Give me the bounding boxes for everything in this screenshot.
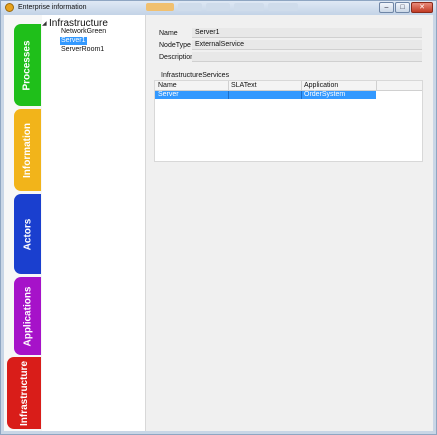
tab-label: Processes (22, 39, 34, 91)
name-field-row: Name Server1 (159, 28, 429, 39)
nodetype-field[interactable]: ExternalService (192, 40, 422, 50)
column-header-slatext[interactable]: SLAText (231, 82, 257, 89)
blurred-tab (268, 3, 298, 11)
title-bar[interactable]: Enterprise information – □ ✕ (1, 1, 436, 15)
services-caption: InfrastructureServices (161, 72, 230, 79)
table-row[interactable]: Server OrderSystem (155, 91, 376, 99)
column-divider[interactable] (228, 81, 229, 90)
cell-name[interactable]: Server (158, 91, 179, 99)
application-window: Enterprise information – □ ✕ Processes I… (0, 0, 437, 435)
blurred-tab (178, 3, 202, 11)
category-sidebar: Processes Information Actors Application… (4, 15, 42, 431)
name-field[interactable]: Server1 (192, 28, 422, 38)
field-label: Name (159, 30, 178, 37)
blurred-tab (206, 3, 230, 11)
maximize-button[interactable]: □ (395, 2, 410, 13)
blurred-tab (234, 3, 264, 11)
window-controls: – □ ✕ (379, 2, 433, 13)
field-label: NodeType (159, 42, 191, 49)
tab-applications[interactable]: Applications (14, 277, 41, 355)
minimize-button[interactable]: – (379, 2, 394, 13)
app-icon[interactable] (5, 3, 14, 12)
tree-node[interactable]: ServerRoom1 (60, 46, 105, 54)
cell-divider (228, 91, 229, 99)
tab-processes[interactable]: Processes (14, 24, 41, 106)
column-header-name[interactable]: Name (158, 82, 177, 89)
description-field[interactable] (192, 52, 422, 62)
blurred-titlebar-tabs (146, 3, 298, 12)
nodetype-field-row: NodeType ExternalService (159, 40, 429, 51)
column-divider[interactable] (301, 81, 302, 90)
description-field-row: Description (159, 52, 429, 63)
tree-node-selected[interactable]: Server1 (60, 37, 87, 45)
field-label: Description (159, 54, 195, 61)
tab-infrastructure[interactable]: Infrastructure (7, 357, 41, 429)
column-header-application[interactable]: Application (304, 82, 338, 89)
tab-label: Actors (22, 218, 33, 250)
grid-header: Name SLAText Application (155, 81, 422, 91)
tab-information[interactable]: Information (14, 109, 41, 191)
close-button[interactable]: ✕ (411, 2, 433, 13)
window-title: Enterprise information (18, 4, 87, 11)
expanded-triangle-icon[interactable]: ◢ (42, 20, 47, 27)
services-grid[interactable]: Name SLAText Application Server OrderSys… (154, 80, 423, 162)
details-panel: Name Server1 NodeType ExternalService De… (147, 15, 433, 431)
infrastructure-tree[interactable]: ◢ Infrastructure NetworkGreen Server1 Se… (42, 15, 146, 431)
tab-label: Information (22, 122, 33, 178)
client-area: Processes Information Actors Application… (4, 15, 433, 431)
cell-application[interactable]: OrderSystem (304, 91, 345, 99)
cell-divider (301, 91, 302, 99)
tree-node[interactable]: NetworkGreen (60, 28, 107, 36)
blurred-tab (146, 3, 174, 11)
column-divider[interactable] (376, 81, 377, 90)
tab-actors[interactable]: Actors (14, 194, 41, 274)
tab-label: Infrastructure (18, 360, 30, 426)
tab-label: Applications (22, 285, 34, 347)
